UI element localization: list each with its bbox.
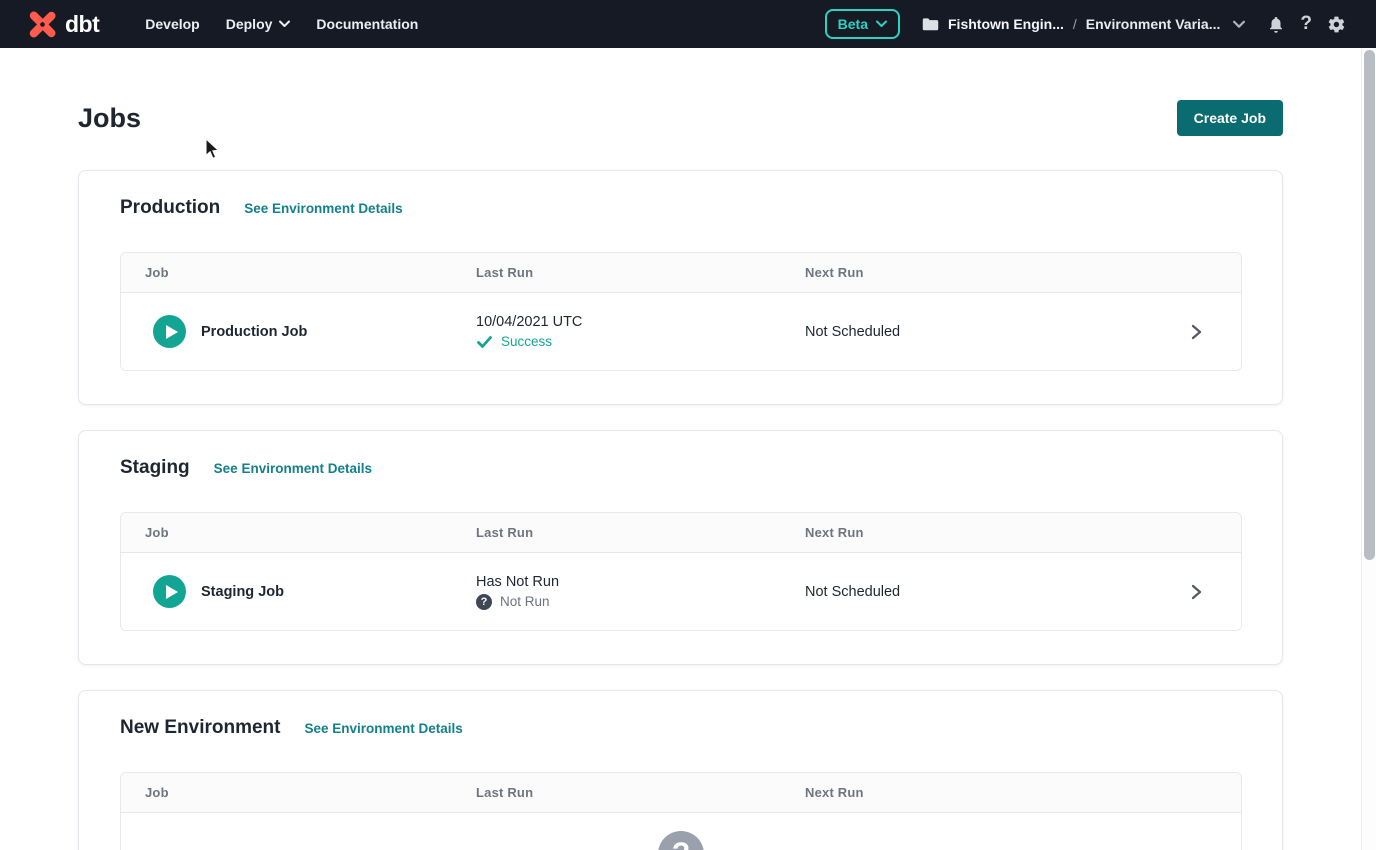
- last-run-date: Has Not Run: [476, 574, 805, 590]
- account-breadcrumb[interactable]: Fishtown Engin... / Environment Varia...: [922, 16, 1245, 32]
- page-scrollbar[interactable]: [1361, 48, 1376, 850]
- main-nav: Develop Deploy Documentation: [145, 16, 418, 32]
- breadcrumb-separator: /: [1073, 16, 1077, 32]
- chevron-down-icon: [1233, 20, 1245, 29]
- breadcrumb-page: Environment Varia...: [1086, 16, 1221, 32]
- environment-card-staging: Staging See Environment Details Job Last…: [78, 430, 1283, 665]
- main-content: Jobs Create Job Production See Environme…: [0, 100, 1361, 850]
- beta-label: Beta: [838, 16, 868, 32]
- chevron-down-icon: [279, 20, 290, 28]
- chevron-down-icon: [876, 20, 887, 28]
- help-icon[interactable]: ?: [1300, 13, 1312, 35]
- job-row-production[interactable]: Production Job 10/04/2021 UTC Success No…: [121, 293, 1241, 370]
- environment-name: New Environment: [120, 717, 280, 739]
- empty-jobs-state: ?: [121, 813, 1241, 850]
- nav-deploy[interactable]: Deploy: [226, 16, 291, 32]
- environment-header: New Environment See Environment Details: [120, 717, 1242, 739]
- environment-card-new-environment: New Environment See Environment Details …: [78, 690, 1283, 850]
- jobs-table-header: Job Last Run Next Run: [121, 513, 1241, 553]
- environment-name: Staging: [120, 457, 190, 479]
- environment-header: Production See Environment Details: [120, 197, 1242, 219]
- nav-deploy-label: Deploy: [226, 16, 273, 32]
- create-job-button[interactable]: Create Job: [1177, 100, 1283, 136]
- top-navbar: dbt Develop Deploy Documentation Beta: [0, 0, 1376, 48]
- navbar-left: dbt Develop Deploy Documentation: [26, 8, 418, 41]
- next-run-cell: Not Scheduled: [805, 584, 1151, 600]
- jobs-table-header: Job Last Run Next Run: [121, 773, 1241, 813]
- breadcrumb-account: Fishtown Engin...: [948, 16, 1064, 32]
- jobs-table-header: Job Last Run Next Run: [121, 253, 1241, 293]
- brand-name: dbt: [65, 11, 99, 38]
- play-icon: [166, 325, 178, 339]
- column-header-job: Job: [145, 785, 476, 800]
- job-name: Production Job: [201, 324, 307, 340]
- navbar-icons: ?: [1267, 13, 1346, 35]
- column-header-last-run: Last Run: [476, 785, 805, 800]
- job-status: Success: [476, 334, 805, 350]
- column-header-job: Job: [145, 525, 476, 540]
- chevron-right-icon: [1189, 583, 1203, 601]
- column-header-next-run: Next Run: [805, 785, 1151, 800]
- nav-documentation[interactable]: Documentation: [316, 16, 418, 32]
- jobs-table: Job Last Run Next Run Staging Job Has No…: [120, 512, 1242, 631]
- next-run-cell: Not Scheduled: [805, 324, 1151, 340]
- see-environment-details-link[interactable]: See Environment Details: [304, 721, 462, 736]
- chevron-right-icon: [1189, 323, 1203, 341]
- environment-header: Staging See Environment Details: [120, 457, 1242, 479]
- column-header-next-run: Next Run: [805, 265, 1151, 280]
- environment-name: Production: [120, 197, 220, 219]
- last-run-cell: 10/04/2021 UTC Success: [476, 314, 805, 350]
- run-job-play-button[interactable]: [153, 575, 186, 608]
- job-name: Staging Job: [201, 584, 284, 600]
- status-label: Success: [501, 334, 552, 349]
- job-cell: Staging Job: [145, 575, 476, 608]
- see-environment-details-link[interactable]: See Environment Details: [214, 461, 372, 476]
- jobs-table: Job Last Run Next Run Production Job 10/…: [120, 252, 1242, 371]
- navbar-right: Beta Fishtown Engin... / Environment Var…: [825, 9, 1346, 39]
- question-circle-icon: ?: [476, 594, 492, 610]
- play-icon: [166, 585, 178, 599]
- folder-icon: [922, 17, 939, 32]
- job-status: ? Not Run: [476, 594, 805, 610]
- notifications-bell-icon[interactable]: [1267, 15, 1285, 34]
- column-header-job: Job: [145, 265, 476, 280]
- job-cell: Production Job: [145, 315, 476, 348]
- column-header-last-run: Last Run: [476, 265, 805, 280]
- column-header-last-run: Last Run: [476, 525, 805, 540]
- job-row-staging[interactable]: Staging Job Has Not Run ? Not Run Not Sc…: [121, 553, 1241, 630]
- last-run-date: 10/04/2021 UTC: [476, 314, 805, 330]
- scrollbar-thumb[interactable]: [1364, 50, 1375, 560]
- dbt-logo-icon: [26, 8, 59, 41]
- settings-gear-icon[interactable]: [1327, 15, 1346, 34]
- page-title: Jobs: [78, 103, 141, 134]
- environment-card-production: Production See Environment Details Job L…: [78, 170, 1283, 405]
- beta-dropdown-button[interactable]: Beta: [825, 9, 900, 39]
- status-label: Not Run: [500, 594, 550, 609]
- last-run-cell: Has Not Run ? Not Run: [476, 574, 805, 610]
- page-header: Jobs Create Job: [78, 100, 1283, 136]
- nav-develop[interactable]: Develop: [145, 16, 199, 32]
- app-viewport: dbt Develop Deploy Documentation Beta: [0, 0, 1376, 850]
- see-environment-details-link[interactable]: See Environment Details: [244, 201, 402, 216]
- jobs-table: Job Last Run Next Run ?: [120, 772, 1242, 850]
- run-job-play-button[interactable]: [153, 315, 186, 348]
- column-header-next-run: Next Run: [805, 525, 1151, 540]
- dbt-logo[interactable]: dbt: [26, 8, 99, 41]
- success-check-icon: [476, 334, 493, 350]
- question-circle-icon: ?: [658, 831, 704, 850]
